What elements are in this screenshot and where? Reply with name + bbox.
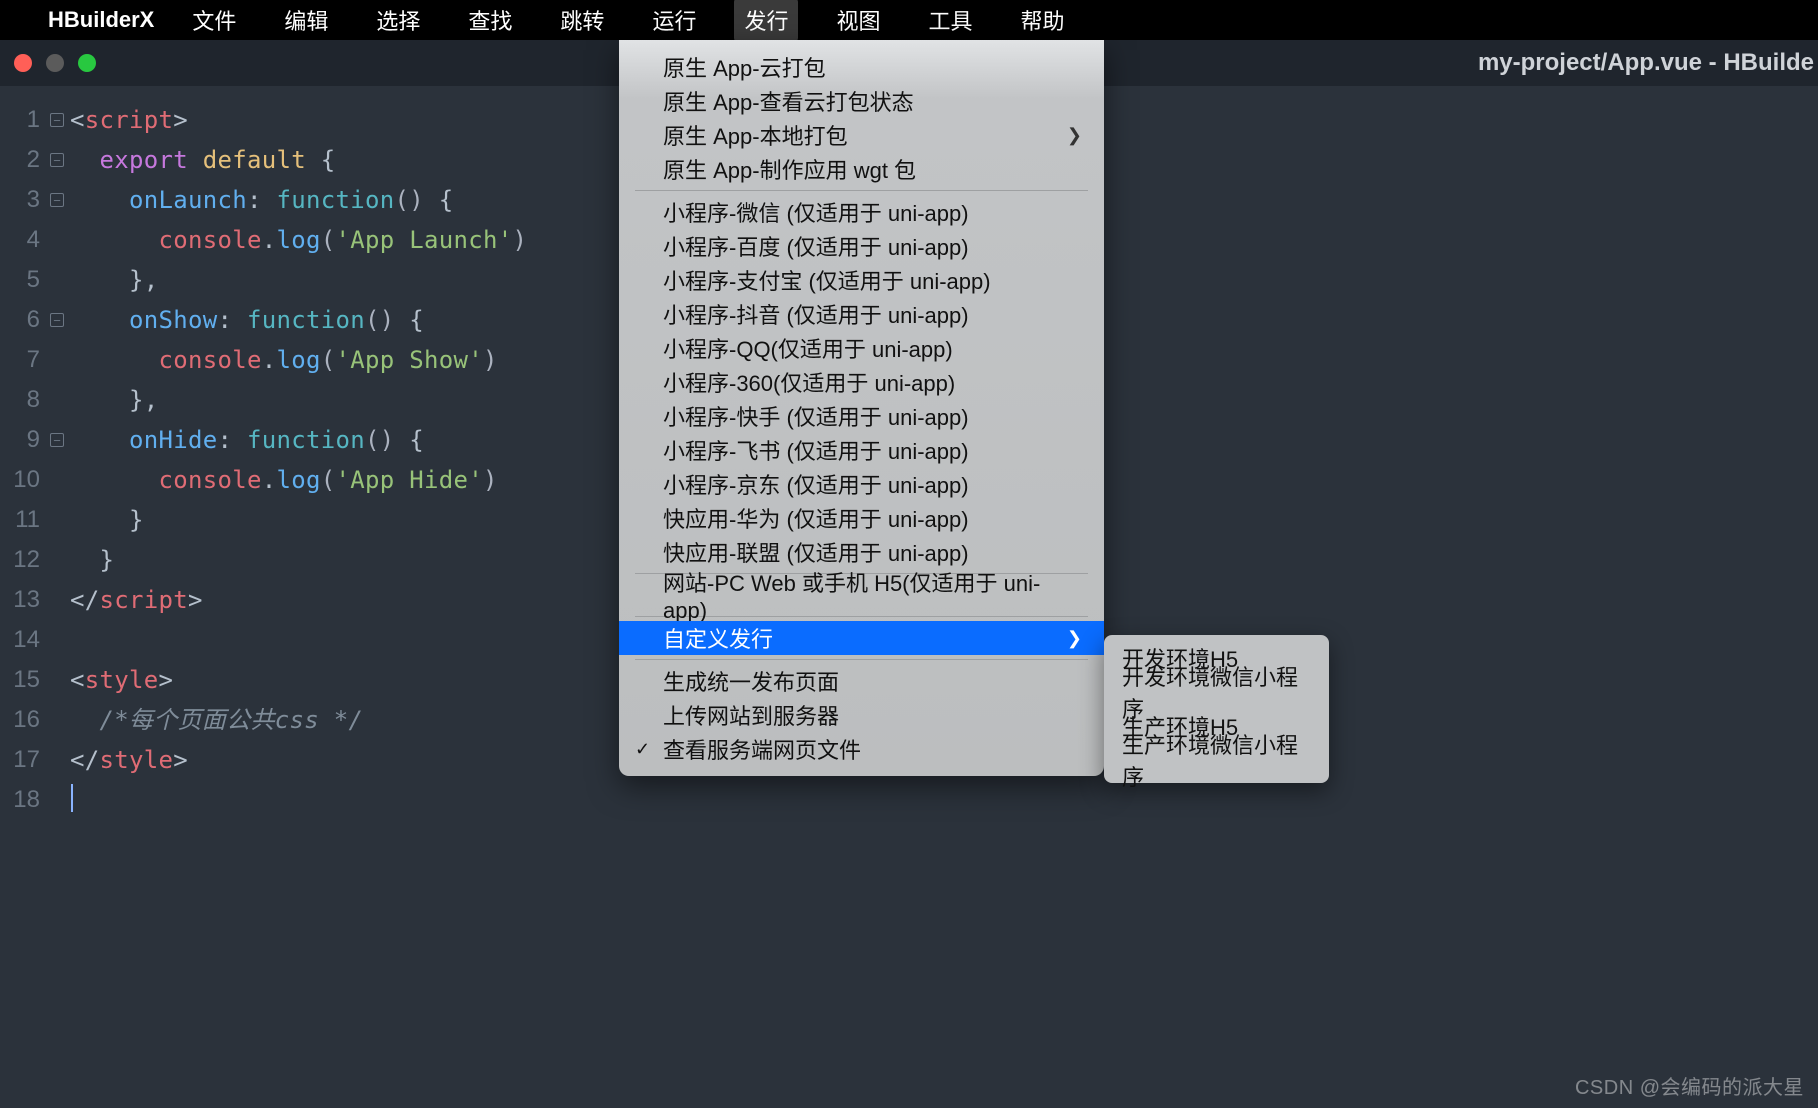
gutter-line: 6−: [0, 300, 70, 340]
menu-item[interactable]: 原生 App-本地打包 ❯: [619, 118, 1104, 152]
menu-item-label: 查看服务端网页文件: [663, 733, 861, 765]
fold-toggle-icon[interactable]: −: [50, 313, 64, 327]
menubar-item[interactable]: 选择: [366, 0, 430, 42]
menu-item[interactable]: 上传网站到服务器: [619, 698, 1104, 732]
gutter-line: 18: [0, 780, 70, 820]
menu-item[interactable]: 小程序-360(仅适用于 uni-app): [619, 365, 1104, 399]
menu-item-label: 自定义发行: [663, 622, 773, 654]
menu-item-label: 快应用-联盟 (仅适用于 uni-app): [663, 536, 969, 568]
gutter-line: 8: [0, 380, 70, 420]
submenu-item[interactable]: 开发环境微信小程序: [1104, 675, 1329, 709]
menu-item[interactable]: 原生 App-查看云打包状态: [619, 84, 1104, 118]
gutter-line: 10: [0, 460, 70, 500]
menu-item-label: 小程序-微信 (仅适用于 uni-app): [663, 196, 969, 228]
menubar-item[interactable]: 发行: [734, 0, 798, 42]
macos-menubar: HBuilderX 文件编辑选择查找跳转运行发行视图工具帮助: [0, 0, 1818, 40]
gutter-line: 16: [0, 700, 70, 740]
menu-item-label: 快应用-华为 (仅适用于 uni-app): [663, 502, 969, 534]
menu-item-label: 原生 App-云打包: [663, 51, 826, 83]
menu-item-label: 原生 App-查看云打包状态: [663, 85, 914, 117]
gutter-line: 5: [0, 260, 70, 300]
fold-toggle-icon[interactable]: −: [50, 193, 64, 207]
gutter-line: 3−: [0, 180, 70, 220]
menu-item[interactable]: ✓ 查看服务端网页文件: [619, 732, 1104, 766]
menu-item[interactable]: 小程序-飞书 (仅适用于 uni-app): [619, 433, 1104, 467]
gutter-line: 13: [0, 580, 70, 620]
menu-item[interactable]: 原生 App-云打包: [619, 50, 1104, 84]
gutter-line: 14: [0, 620, 70, 660]
publish-menu-dropdown[interactable]: 原生 App-云打包原生 App-查看云打包状态原生 App-本地打包❯原生 A…: [619, 40, 1104, 776]
menu-item[interactable]: 小程序-支付宝 (仅适用于 uni-app): [619, 263, 1104, 297]
menu-item[interactable]: 小程序-快手 (仅适用于 uni-app): [619, 399, 1104, 433]
menu-item[interactable]: 小程序-微信 (仅适用于 uni-app): [619, 195, 1104, 229]
menubar-item[interactable]: 视图: [826, 0, 890, 42]
menubar-item[interactable]: 工具: [918, 0, 982, 42]
chevron-right-icon: ❯: [1067, 628, 1082, 649]
close-window-button[interactable]: [14, 54, 32, 72]
menu-item-label: 原生 App-本地打包: [663, 119, 848, 151]
menubar-item[interactable]: 查找: [458, 0, 522, 42]
gutter-line: 17: [0, 740, 70, 780]
gutter: 1−2−3−456−789−101112131415161718: [0, 86, 70, 1108]
menu-item-label: 小程序-百度 (仅适用于 uni-app): [663, 230, 969, 262]
menu-item-label: 生成统一发布页面: [663, 665, 839, 697]
menu-item-label: 上传网站到服务器: [663, 699, 839, 731]
gutter-line: 1−: [0, 100, 70, 140]
traffic-lights: [14, 54, 96, 72]
menubar-item[interactable]: 帮助: [1011, 0, 1075, 42]
menu-item[interactable]: 小程序-QQ(仅适用于 uni-app): [619, 331, 1104, 365]
menubar-item[interactable]: 编辑: [274, 0, 338, 42]
watermark: CSDN @会编码的派大星: [1575, 1071, 1804, 1100]
gutter-line: 4: [0, 220, 70, 260]
gutter-line: 7: [0, 340, 70, 380]
menu-item-label: 原生 App-制作应用 wgt 包: [663, 153, 916, 185]
fold-toggle-icon[interactable]: −: [50, 113, 64, 127]
gutter-line: 2−: [0, 140, 70, 180]
checkmark-icon: ✓: [635, 739, 650, 760]
window-title: my-project/App.vue - HBuilde: [1478, 40, 1818, 86]
zoom-window-button[interactable]: [78, 54, 96, 72]
gutter-line: 12: [0, 540, 70, 580]
code-line[interactable]: [70, 780, 1818, 820]
menu-item[interactable]: 自定义发行 ❯: [619, 621, 1104, 655]
menu-item[interactable]: 小程序-京东 (仅适用于 uni-app): [619, 467, 1104, 501]
menu-item-label: 小程序-快手 (仅适用于 uni-app): [663, 400, 969, 432]
menu-item-label: 小程序-京东 (仅适用于 uni-app): [663, 468, 969, 500]
menu-item-label: 小程序-支付宝 (仅适用于 uni-app): [663, 264, 991, 296]
menu-item-label: 小程序-QQ(仅适用于 uni-app): [663, 332, 953, 364]
submenu-item[interactable]: 生产环境微信小程序: [1104, 743, 1329, 777]
menu-item-label: 小程序-360(仅适用于 uni-app): [663, 366, 955, 398]
menu-item[interactable]: 网站-PC Web 或手机 H5(仅适用于 uni-app): [619, 578, 1104, 612]
menu-item-label: 小程序-飞书 (仅适用于 uni-app): [663, 434, 969, 466]
menu-item[interactable]: 快应用-华为 (仅适用于 uni-app): [619, 501, 1104, 535]
menu-item[interactable]: 小程序-百度 (仅适用于 uni-app): [619, 229, 1104, 263]
fold-toggle-icon[interactable]: −: [50, 153, 64, 167]
menu-item[interactable]: 快应用-联盟 (仅适用于 uni-app): [619, 535, 1104, 569]
menu-item[interactable]: 小程序-抖音 (仅适用于 uni-app): [619, 297, 1104, 331]
minimize-window-button[interactable]: [46, 54, 64, 72]
menu-item[interactable]: 生成统一发布页面: [619, 664, 1104, 698]
menu-item[interactable]: 原生 App-制作应用 wgt 包: [619, 152, 1104, 186]
menubar-item[interactable]: 跳转: [550, 0, 614, 42]
app-name[interactable]: HBuilderX: [48, 7, 154, 33]
text-cursor: [71, 784, 73, 812]
fold-toggle-icon[interactable]: −: [50, 433, 64, 447]
menu-item-label: 小程序-抖音 (仅适用于 uni-app): [663, 298, 969, 330]
gutter-line: 15: [0, 660, 70, 700]
chevron-right-icon: ❯: [1067, 125, 1082, 146]
gutter-line: 9−: [0, 420, 70, 460]
menu-item-label: 网站-PC Web 或手机 H5(仅适用于 uni-app): [663, 566, 1082, 624]
menubar-item[interactable]: 运行: [642, 0, 706, 42]
custom-publish-submenu[interactable]: 开发环境H5开发环境微信小程序生产环境H5生产环境微信小程序: [1104, 635, 1329, 783]
gutter-line: 11: [0, 500, 70, 540]
menubar-item[interactable]: 文件: [182, 0, 246, 42]
